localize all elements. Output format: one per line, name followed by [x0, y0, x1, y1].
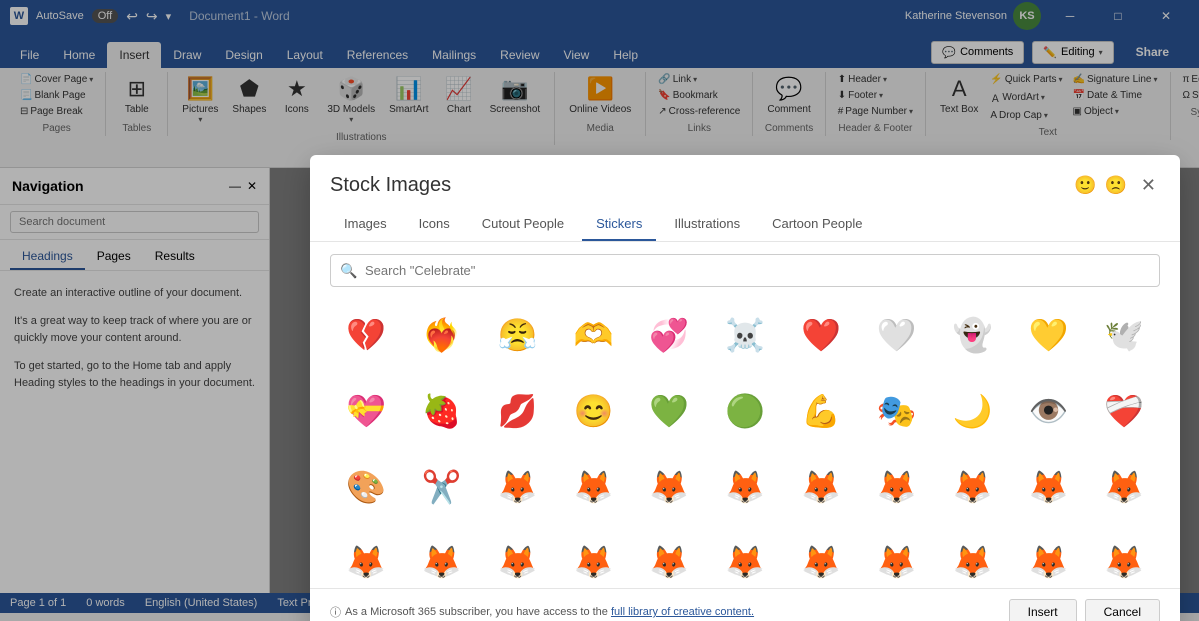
sad-icon: 🙁 — [1104, 175, 1126, 196]
sticker-search-input[interactable] — [330, 254, 1160, 287]
sticker-item[interactable]: 🎨 — [330, 451, 402, 523]
sticker-item[interactable]: 🦊 — [937, 526, 1009, 588]
modal-tab-illustrations[interactable]: Illustrations — [660, 208, 754, 241]
sticker-item[interactable]: 💛 — [1012, 299, 1084, 371]
sticker-item[interactable]: 🦊 — [1012, 451, 1084, 523]
cancel-button[interactable]: Cancel — [1085, 599, 1160, 621]
sticker-item[interactable]: 💝 — [330, 375, 402, 447]
sticker-item[interactable]: 🦊 — [633, 451, 705, 523]
sticker-item[interactable]: 🌙 — [937, 375, 1009, 447]
modal-tab-images[interactable]: Images — [330, 208, 401, 241]
sticker-item[interactable]: 🤍 — [861, 299, 933, 371]
modal-overlay: Stock Images 🙂 🙁 ✕ Images Icons Cutout P… — [0, 0, 1199, 621]
sticker-item[interactable]: 🦊 — [557, 451, 629, 523]
sticker-grid: 💔❤️‍🔥😤🫶💞☠️❤️🤍👻💛🕊️💝🍓💋😊💚🟢💪🎭🌙👁️❤️‍🩹🎨✂️🦊🦊🦊🦊🦊… — [310, 295, 1180, 588]
sticker-item[interactable]: 🦊 — [633, 526, 705, 588]
modal-tabs: Images Icons Cutout People Stickers Illu… — [310, 200, 1180, 242]
modal-footer-buttons: Insert Cancel — [1009, 599, 1160, 621]
sticker-item[interactable]: 🦊 — [1088, 451, 1160, 523]
modal-tab-stickers[interactable]: Stickers — [582, 208, 656, 241]
info-icon: ⓘ — [330, 604, 341, 620]
sticker-item[interactable]: 🦊 — [1088, 526, 1160, 588]
sticker-item[interactable]: 🦊 — [785, 526, 857, 588]
footer-link[interactable]: full library of creative content. — [611, 606, 754, 618]
sticker-item[interactable]: 🫶 — [557, 299, 629, 371]
sticker-item[interactable]: 💪 — [785, 375, 857, 447]
sticker-item[interactable]: ❤️ — [785, 299, 857, 371]
modal-header-right: 🙂 🙁 ✕ — [1074, 171, 1160, 200]
modal-tab-icons[interactable]: Icons — [405, 208, 464, 241]
modal-tab-cartoon-people[interactable]: Cartoon People — [758, 208, 876, 241]
sticker-item[interactable]: 🍓 — [406, 375, 478, 447]
modal-search-wrap: 🔍 — [330, 254, 1160, 287]
stock-images-modal: Stock Images 🙂 🙁 ✕ Images Icons Cutout P… — [310, 155, 1180, 621]
sticker-item[interactable]: 💞 — [633, 299, 705, 371]
sticker-item[interactable]: 👁️ — [1012, 375, 1084, 447]
modal-title: Stock Images — [330, 174, 451, 197]
sticker-item[interactable]: 👻 — [937, 299, 1009, 371]
sticker-item[interactable]: 🦊 — [482, 526, 554, 588]
sticker-item[interactable]: 🦊 — [482, 451, 554, 523]
sticker-item[interactable]: 🦊 — [785, 451, 857, 523]
sticker-item[interactable]: 🦊 — [709, 451, 781, 523]
sticker-item[interactable]: 😊 — [557, 375, 629, 447]
sticker-item[interactable]: 🦊 — [709, 526, 781, 588]
sticker-item[interactable]: ✂️ — [406, 451, 478, 523]
modal-close-button[interactable]: ✕ — [1137, 171, 1160, 200]
sticker-item[interactable]: 🦊 — [406, 526, 478, 588]
sticker-item[interactable]: 🕊️ — [1088, 299, 1160, 371]
footer-info-text: As a Microsoft 365 subscriber, you have … — [345, 606, 754, 618]
modal-emoji-icons: 🙂 🙁 — [1074, 175, 1127, 196]
sticker-item[interactable]: ❤️‍🔥 — [406, 299, 478, 371]
insert-button[interactable]: Insert — [1009, 599, 1077, 621]
search-icon: 🔍 — [340, 262, 357, 279]
modal-header: Stock Images 🙂 🙁 ✕ — [310, 155, 1180, 200]
sticker-item[interactable]: 🦊 — [861, 451, 933, 523]
sticker-item[interactable]: ☠️ — [709, 299, 781, 371]
sticker-item[interactable]: ❤️‍🩹 — [1088, 375, 1160, 447]
sticker-item[interactable]: 🦊 — [330, 526, 402, 588]
modal-tab-cutout-people[interactable]: Cutout People — [468, 208, 578, 241]
smile-icon: 🙂 — [1074, 175, 1096, 196]
modal-footer: ⓘ As a Microsoft 365 subscriber, you hav… — [310, 588, 1180, 621]
modal-search-area: 🔍 — [310, 242, 1180, 295]
sticker-item[interactable]: 🟢 — [709, 375, 781, 447]
sticker-item[interactable]: 💔 — [330, 299, 402, 371]
sticker-item[interactable]: 🦊 — [1012, 526, 1084, 588]
sticker-item[interactable]: 🦊 — [861, 526, 933, 588]
sticker-item[interactable]: 😤 — [482, 299, 554, 371]
sticker-item[interactable]: 💋 — [482, 375, 554, 447]
sticker-item[interactable]: 💚 — [633, 375, 705, 447]
sticker-item[interactable]: 🎭 — [861, 375, 933, 447]
modal-footer-info: ⓘ As a Microsoft 365 subscriber, you hav… — [330, 604, 754, 620]
sticker-item[interactable]: 🦊 — [937, 451, 1009, 523]
sticker-item[interactable]: 🦊 — [557, 526, 629, 588]
